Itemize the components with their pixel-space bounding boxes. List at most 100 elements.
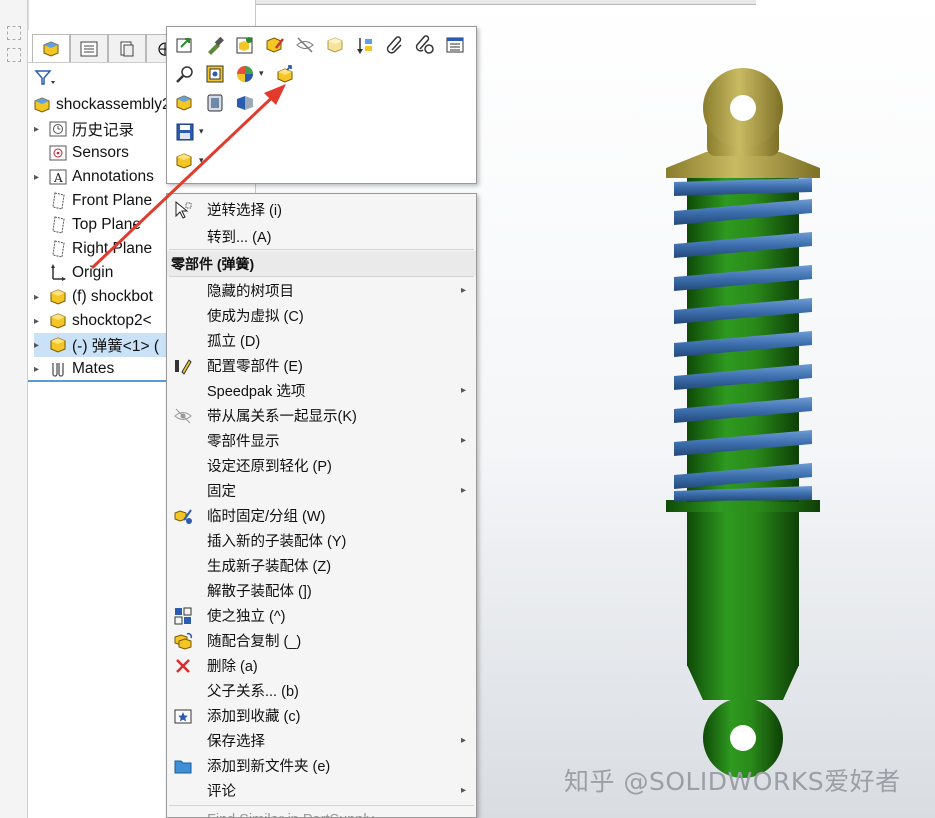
open-part-icon[interactable] bbox=[173, 33, 197, 57]
dropdown-arrow-icon[interactable]: ▾ bbox=[259, 69, 264, 79]
tab-property-manager[interactable] bbox=[70, 34, 108, 62]
table-icon[interactable] bbox=[443, 33, 467, 57]
menu-item[interactable]: 添加到新文件夹 (e) bbox=[167, 753, 476, 778]
tree-item[interactable]: ▸ Mates bbox=[34, 357, 114, 381]
paperclip-icon[interactable] bbox=[383, 33, 407, 57]
expand-arrow-icon[interactable]: ▸ bbox=[34, 364, 48, 375]
rebuild-icon[interactable] bbox=[233, 33, 257, 57]
submenu-arrow-icon: ▸ bbox=[460, 285, 466, 296]
tree-item[interactable]: ▸ shocktop2< bbox=[34, 309, 152, 333]
expand-arrow-icon[interactable]: ▸ bbox=[34, 292, 48, 303]
tree-item[interactable]: Top Plane bbox=[34, 213, 141, 237]
menu-item[interactable]: 临时固定/分组 (W) bbox=[167, 503, 476, 528]
dropdown-arrow-icon[interactable]: ▾ bbox=[199, 156, 204, 166]
menu-item[interactable]: 隐藏的树项目 ▸ bbox=[167, 278, 476, 303]
menu-item-label: Speedpak 选项 bbox=[207, 384, 306, 400]
menu-item[interactable]: 孤立 (D) bbox=[167, 328, 476, 353]
tree-item[interactable]: Origin bbox=[34, 261, 113, 285]
transparency-icon[interactable] bbox=[323, 33, 347, 57]
tree-item[interactable]: Right Plane bbox=[34, 237, 152, 261]
tree-root[interactable]: shockassembly2 bbox=[32, 93, 171, 117]
tree-item[interactable]: ▸ 历史记录 bbox=[34, 117, 134, 141]
menu-item[interactable]: 删除 (a) bbox=[167, 653, 476, 678]
plane-icon bbox=[48, 192, 68, 210]
shock-absorber-model[interactable] bbox=[650, 60, 840, 780]
appearance-part-icon[interactable] bbox=[263, 33, 287, 57]
menu-item[interactable]: 插入新的子装配体 (Y) bbox=[167, 528, 476, 553]
menu-item[interactable]: 使之独立 (^) bbox=[167, 603, 476, 628]
insert-component-icon[interactable] bbox=[173, 149, 197, 173]
appearance-icon[interactable] bbox=[233, 62, 257, 86]
menu-separator bbox=[169, 805, 474, 806]
tree-item[interactable]: Sensors bbox=[34, 141, 129, 165]
zoom-to-selection-icon[interactable] bbox=[173, 62, 197, 86]
menu-item[interactable]: 零部件显示 ▸ bbox=[167, 428, 476, 453]
menu-item-label: 隐藏的树项目 bbox=[207, 284, 294, 300]
copy-with-mates-icon bbox=[173, 631, 193, 651]
menu-item[interactable]: 配置零部件 (E) bbox=[167, 353, 476, 378]
component-properties-icon[interactable] bbox=[173, 91, 197, 115]
tree-item-label: (-) 弹簧<1> ( bbox=[72, 338, 159, 355]
tree-item[interactable]: ▸ (-) 弹簧<1> ( bbox=[34, 333, 169, 357]
filter-icon[interactable] bbox=[34, 69, 56, 91]
hide-icon[interactable] bbox=[293, 33, 317, 57]
menu-item[interactable]: 固定 ▸ bbox=[167, 478, 476, 503]
expand-arrow-icon[interactable]: ▸ bbox=[34, 172, 48, 183]
ghost-icon bbox=[7, 48, 21, 62]
expand-arrow-icon[interactable]: ▸ bbox=[34, 316, 48, 327]
menu-item[interactable]: 转到... (A) bbox=[167, 224, 476, 249]
menu-item[interactable]: 逆转选择 (i) bbox=[167, 197, 476, 222]
menu-item[interactable]: Find Similar in PartSupply bbox=[167, 807, 476, 818]
edit-component-icon[interactable] bbox=[203, 33, 227, 57]
isolate-icon[interactable] bbox=[203, 91, 227, 115]
menu-item[interactable]: 使成为虚拟 (C) bbox=[167, 303, 476, 328]
save-icon[interactable] bbox=[173, 120, 197, 144]
menu-section-title: 零部件 (弹簧) bbox=[171, 255, 255, 272]
menu-item-label: 生成新子装配体 (Z) bbox=[207, 559, 332, 575]
part-icon bbox=[48, 336, 68, 354]
submenu-arrow-icon: ▸ bbox=[460, 735, 466, 746]
menu-item-label: 使成为虚拟 (C) bbox=[207, 309, 304, 325]
watermark: 知乎 @SOLIDWORKS爱好者 bbox=[564, 767, 901, 796]
top-eye-hole bbox=[730, 95, 756, 121]
expand-arrow-icon[interactable]: ▸ bbox=[34, 340, 48, 351]
invert-select-icon bbox=[173, 200, 193, 220]
sensor-icon bbox=[48, 144, 68, 162]
menu-item[interactable]: 带从属关系一起显示(K) bbox=[167, 403, 476, 428]
menu-item-label: 临时固定/分组 (W) bbox=[207, 509, 326, 525]
show-with-dependents-icon bbox=[173, 406, 193, 426]
tree-item-label: (f) shockbot bbox=[72, 288, 153, 305]
bottom-eye-hole bbox=[730, 725, 756, 751]
menu-item[interactable]: 父子关系... (b) bbox=[167, 678, 476, 703]
configure-icon bbox=[173, 356, 193, 376]
menu-item[interactable]: 随配合复制 (_) bbox=[167, 628, 476, 653]
section-view-icon[interactable] bbox=[233, 91, 257, 115]
menu-item-label: 评论 bbox=[207, 784, 236, 800]
menu-item[interactable]: Speedpak 选项 ▸ bbox=[167, 378, 476, 403]
menu-item-label: 解散子装配体 (]) bbox=[207, 584, 312, 600]
sort-icon[interactable] bbox=[353, 33, 377, 57]
tree-item[interactable]: ▸ A Annotations bbox=[34, 165, 154, 189]
menu-item[interactable]: 添加到收藏 (c) bbox=[167, 703, 476, 728]
tab-configuration-manager[interactable] bbox=[108, 34, 146, 62]
tab-feature-manager[interactable] bbox=[32, 34, 70, 62]
menu-item[interactable]: 生成新子装配体 (Z) bbox=[167, 553, 476, 578]
normal-to-icon[interactable] bbox=[203, 62, 227, 86]
favorite-icon bbox=[173, 706, 193, 726]
dropdown-arrow-icon[interactable]: ▾ bbox=[199, 127, 204, 137]
tree-item[interactable]: Front Plane bbox=[34, 189, 152, 213]
ghost-icon bbox=[7, 26, 21, 40]
menu-item[interactable]: 设定还原到轻化 (P) bbox=[167, 453, 476, 478]
tree-item[interactable]: ▸ (f) shockbot bbox=[34, 285, 153, 309]
menu-item[interactable]: 保存选择 ▸ bbox=[167, 728, 476, 753]
expand-arrow-icon[interactable]: ▸ bbox=[34, 124, 48, 135]
submenu-arrow-icon: ▸ bbox=[460, 785, 466, 796]
tree-item-label: Top Plane bbox=[72, 216, 141, 233]
menu-item[interactable]: 评论 ▸ bbox=[167, 778, 476, 803]
menu-item[interactable]: 解散子装配体 (]) bbox=[167, 578, 476, 603]
paperclip-link-icon[interactable] bbox=[413, 33, 437, 57]
context-toolbar: ▾ ▾ ▾ bbox=[166, 26, 477, 184]
tree-item-label: Mates bbox=[72, 360, 115, 377]
menu-item-label: 孤立 (D) bbox=[207, 334, 261, 350]
move-component-icon[interactable] bbox=[273, 62, 297, 86]
